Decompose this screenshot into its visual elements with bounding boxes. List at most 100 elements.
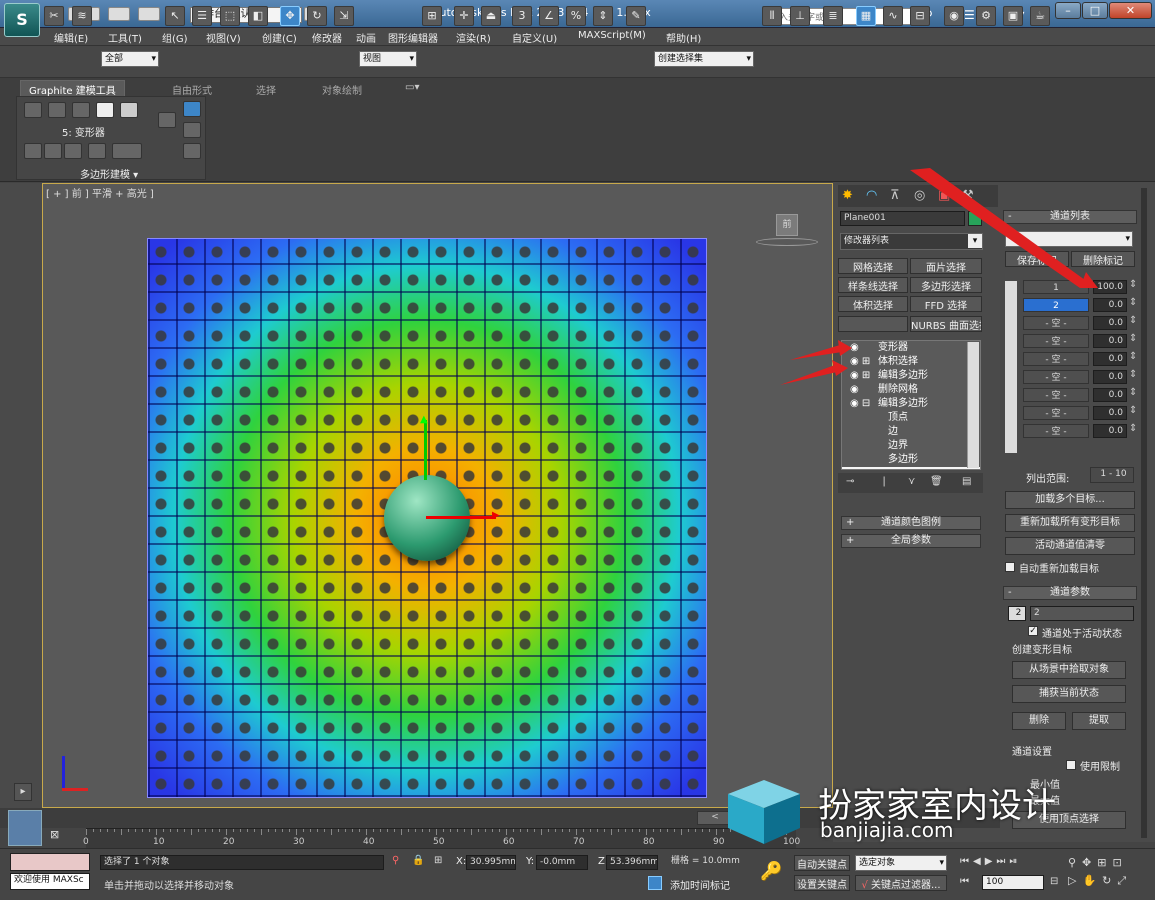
- select-by-name-icon[interactable]: ☰: [192, 6, 212, 26]
- delete-target-button[interactable]: 删除: [1012, 712, 1066, 730]
- channel-name[interactable]: - 空 -: [1023, 424, 1089, 438]
- minimize-button[interactable]: –: [1055, 2, 1081, 19]
- zero-active-channels-button[interactable]: 活动通道值清零: [1005, 537, 1135, 555]
- track-bar-icon[interactable]: ⊠: [50, 828, 59, 841]
- rollout-global-params[interactable]: + 全局参数: [841, 534, 981, 548]
- menu-customize[interactable]: 自定义(U): [512, 30, 557, 45]
- add-time-tag-button[interactable]: 添加时间标记: [670, 877, 730, 892]
- stack-subitem[interactable]: 多边形: [842, 453, 980, 467]
- time-config-icon[interactable]: ⊟: [1050, 876, 1058, 887]
- rendered-frame-icon[interactable]: ▣: [1003, 6, 1023, 26]
- selection-filter-dropdown[interactable]: 全部 ▾: [101, 51, 159, 67]
- make-unique-stack-icon[interactable]: ⋎: [908, 476, 915, 487]
- render-setup-icon[interactable]: ⚙: [976, 6, 996, 26]
- align-icon[interactable]: ⊥: [790, 6, 810, 26]
- redo-icon[interactable]: [138, 7, 160, 21]
- show-end-result-icon[interactable]: [183, 101, 201, 117]
- window-crossing-icon[interactable]: ◧: [248, 6, 268, 26]
- app-logo-icon[interactable]: S: [4, 3, 40, 37]
- stack-subitem[interactable]: 边: [842, 425, 980, 439]
- selection-lock-icon[interactable]: 🔒: [412, 855, 424, 866]
- set-key-button[interactable]: 设置关键点: [794, 875, 850, 891]
- element-mode-icon[interactable]: [120, 102, 138, 118]
- spinner-arrows-icon[interactable]: ⇕: [1129, 369, 1137, 380]
- named-selection-dropdown[interactable]: 创建选择集 ▾: [654, 51, 754, 67]
- close-button[interactable]: ✕: [1109, 2, 1152, 19]
- viewport-label[interactable]: [ + ] 前 ] 平滑 + 高光 ]: [46, 185, 154, 200]
- auto-key-button[interactable]: 自动关键点: [794, 855, 850, 871]
- edit-named-selection-icon[interactable]: ✎: [626, 6, 646, 26]
- menu-help[interactable]: 帮助(H): [666, 30, 701, 45]
- channel-name-field[interactable]: 2: [1030, 606, 1134, 621]
- remove-modifier-icon[interactable]: [183, 143, 201, 159]
- keyboard-shortcut-override-icon[interactable]: ⏏: [481, 6, 501, 26]
- mini-curve-editor-icon[interactable]: [8, 810, 42, 846]
- menu-create[interactable]: 创建(C): [262, 30, 297, 45]
- playback-controls[interactable]: ⏮◀▶⏭⏯: [960, 856, 1021, 867]
- reload-all-targets-button[interactable]: 重新加载所有变形目标: [1005, 514, 1135, 532]
- channel-value-spinner[interactable]: 0.0: [1093, 406, 1127, 420]
- time-tag-icon[interactable]: [648, 876, 662, 890]
- maxscript-listener-input[interactable]: [10, 853, 90, 871]
- spinner-arrows-icon[interactable]: ⇕: [1129, 297, 1137, 308]
- channel-number-field[interactable]: 2: [1008, 606, 1026, 621]
- capture-current-state-button[interactable]: 捕获当前状态: [1012, 685, 1126, 703]
- spinner-arrows-icon[interactable]: ⇕: [1129, 333, 1137, 344]
- menu-tools[interactable]: 工具(T): [108, 30, 142, 45]
- spinner-snap-icon[interactable]: ⇕: [593, 6, 613, 26]
- gizmo-y-axis[interactable]: [424, 420, 427, 480]
- rollout-color-legend[interactable]: + 通道颜色图例: [841, 516, 981, 530]
- menu-views[interactable]: 视图(V): [206, 30, 241, 45]
- z-coord-field[interactable]: 53.396mm: [606, 855, 658, 870]
- select-and-scale-icon[interactable]: ⇲: [334, 6, 354, 26]
- spinner-arrows-icon[interactable]: ⇕: [1129, 351, 1137, 362]
- material-editor-icon[interactable]: ◉: [944, 6, 964, 26]
- viewport-nav-bottom[interactable]: ▷✋↻⤢: [1068, 874, 1132, 888]
- select-and-move-icon[interactable]: ✥: [280, 6, 300, 26]
- configure-sets-icon[interactable]: ▤: [962, 476, 971, 487]
- pivot-center-icon[interactable]: ⊞: [422, 6, 442, 26]
- stack-subitem[interactable]: 顶点: [842, 411, 980, 425]
- maximize-button[interactable]: □: [1082, 2, 1108, 19]
- channel-name[interactable]: - 空 -: [1023, 406, 1089, 420]
- channel-value-spinner[interactable]: 0.0: [1093, 424, 1127, 438]
- spinner-arrows-icon[interactable]: ⇕: [1129, 387, 1137, 398]
- snaps-toggle-icon[interactable]: 3: [512, 6, 532, 26]
- select-and-rotate-icon[interactable]: ↻: [307, 6, 327, 26]
- toggle-end-result-icon[interactable]: [112, 143, 142, 159]
- repeat-last-icon[interactable]: [88, 143, 106, 159]
- stack-subitem[interactable]: 边界: [842, 439, 980, 453]
- viewport-nav-top[interactable]: ⚲✥⊞⊡: [1068, 856, 1128, 869]
- show-end-result-stack-icon[interactable]: ❘: [880, 476, 888, 487]
- tab-freeform[interactable]: 自由形式: [172, 82, 212, 97]
- pin-stack-icon[interactable]: ⊸: [846, 476, 854, 487]
- rectangular-selection-icon[interactable]: ⬚: [220, 6, 240, 26]
- percent-snap-icon[interactable]: %: [566, 6, 586, 26]
- undo-icon[interactable]: [108, 7, 130, 21]
- key-filters-button[interactable]: √ 关键点过滤器...: [855, 875, 947, 891]
- y-coord-field[interactable]: -0.0mm: [536, 855, 588, 870]
- channel-row[interactable]: - 空 - 0.0 ⇕: [1021, 405, 1137, 421]
- next-modifier-icon[interactable]: [44, 143, 62, 159]
- tab-object-paint[interactable]: 对象绘制: [322, 82, 362, 97]
- prev-modifier-icon[interactable]: [24, 143, 42, 159]
- bind-space-warp-icon[interactable]: ≋: [72, 6, 92, 26]
- select-manipulate-icon[interactable]: ✛: [454, 6, 474, 26]
- isolate-selection-icon[interactable]: ⚲: [392, 855, 399, 866]
- schematic-view-icon[interactable]: ⊟: [910, 6, 930, 26]
- use-limits-checkbox[interactable]: [1066, 760, 1076, 770]
- auto-reload-checkbox[interactable]: [1005, 562, 1015, 572]
- timeline-ruler[interactable]: 0 10 20 30 40 50 60 70 80 90 100: [83, 828, 800, 848]
- unlink-icon[interactable]: ✂: [44, 6, 64, 26]
- select-object-icon[interactable]: ↖: [165, 6, 185, 26]
- communication-center-icon[interactable]: ☰: [964, 8, 975, 22]
- preserve-uv-icon[interactable]: [64, 143, 82, 159]
- graphite-toggle-icon[interactable]: ▦: [856, 6, 876, 26]
- set-key-icon[interactable]: 🔑: [760, 861, 782, 882]
- menu-animation[interactable]: 动画: [356, 30, 376, 45]
- polygon-mode-icon[interactable]: [96, 102, 114, 118]
- spinner-arrows-icon[interactable]: ⇕: [1129, 423, 1137, 434]
- channel-row[interactable]: - 空 - 0.0 ⇕: [1021, 423, 1137, 439]
- extract-button[interactable]: 提取: [1072, 712, 1126, 730]
- tab-selection[interactable]: 选择: [256, 82, 276, 97]
